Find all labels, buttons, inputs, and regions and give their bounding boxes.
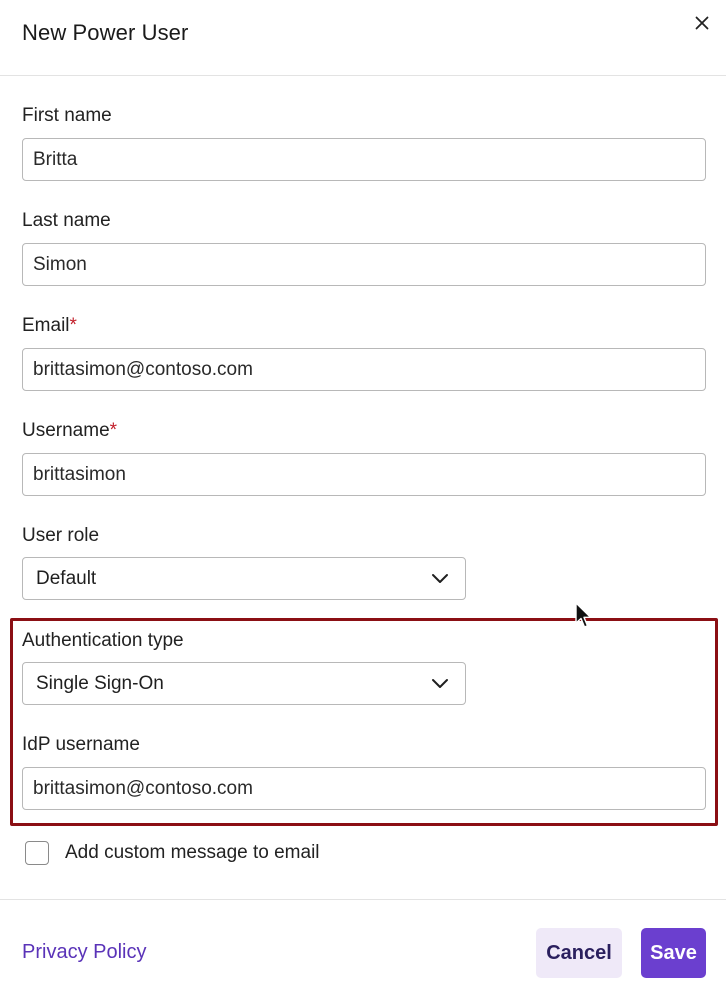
username-input[interactable] bbox=[22, 453, 706, 496]
authentication-type-label: Authentication type bbox=[22, 630, 184, 652]
authentication-type-select[interactable]: Single Sign-On bbox=[22, 662, 466, 705]
first-name-input[interactable] bbox=[22, 138, 706, 181]
user-role-selected-value: Default bbox=[36, 567, 97, 589]
privacy-policy-link[interactable]: Privacy Policy bbox=[22, 941, 146, 964]
close-button[interactable] bbox=[690, 11, 714, 35]
authentication-type-label-text: Authentication type bbox=[22, 630, 184, 651]
dialog-header: New Power User bbox=[0, 0, 726, 76]
required-mark: * bbox=[69, 315, 77, 336]
email-label-text: Email bbox=[22, 315, 70, 336]
first-name-label-text: First name bbox=[22, 105, 112, 126]
authentication-type-selected-value: Single Sign-On bbox=[36, 672, 164, 694]
user-role-select[interactable]: Default bbox=[22, 557, 466, 600]
last-name-input[interactable] bbox=[22, 243, 706, 286]
idp-username-input[interactable] bbox=[22, 767, 706, 810]
required-mark: * bbox=[109, 420, 118, 441]
chevron-down-icon bbox=[431, 573, 449, 585]
close-icon bbox=[695, 16, 709, 30]
new-power-user-dialog: New Power User First name Last name Emai… bbox=[0, 0, 726, 999]
dialog-title: New Power User bbox=[22, 20, 189, 45]
custom-message-checkbox[interactable] bbox=[25, 841, 49, 865]
first-name-label: First name bbox=[22, 105, 112, 127]
email-label: Email* bbox=[22, 315, 77, 337]
save-button[interactable]: Save bbox=[641, 928, 706, 978]
mouse-pointer-icon bbox=[575, 602, 592, 628]
custom-message-label: Add custom message to email bbox=[65, 842, 320, 863]
last-name-label-text: Last name bbox=[22, 210, 111, 231]
last-name-label: Last name bbox=[22, 210, 111, 232]
idp-username-label-text: IdP username bbox=[22, 734, 140, 755]
chevron-down-icon bbox=[431, 678, 449, 690]
custom-message-checkbox-row[interactable]: Add custom message to email bbox=[25, 841, 320, 865]
username-label: Username* bbox=[22, 420, 117, 442]
email-input[interactable] bbox=[22, 348, 706, 391]
user-role-label-text: User role bbox=[22, 525, 100, 546]
user-role-label: User role bbox=[22, 525, 99, 547]
dialog-footer: Privacy Policy Cancel Save bbox=[0, 899, 726, 999]
cancel-button[interactable]: Cancel bbox=[536, 928, 622, 978]
username-label-text: Username bbox=[22, 420, 110, 441]
idp-username-label: IdP username bbox=[22, 734, 140, 756]
